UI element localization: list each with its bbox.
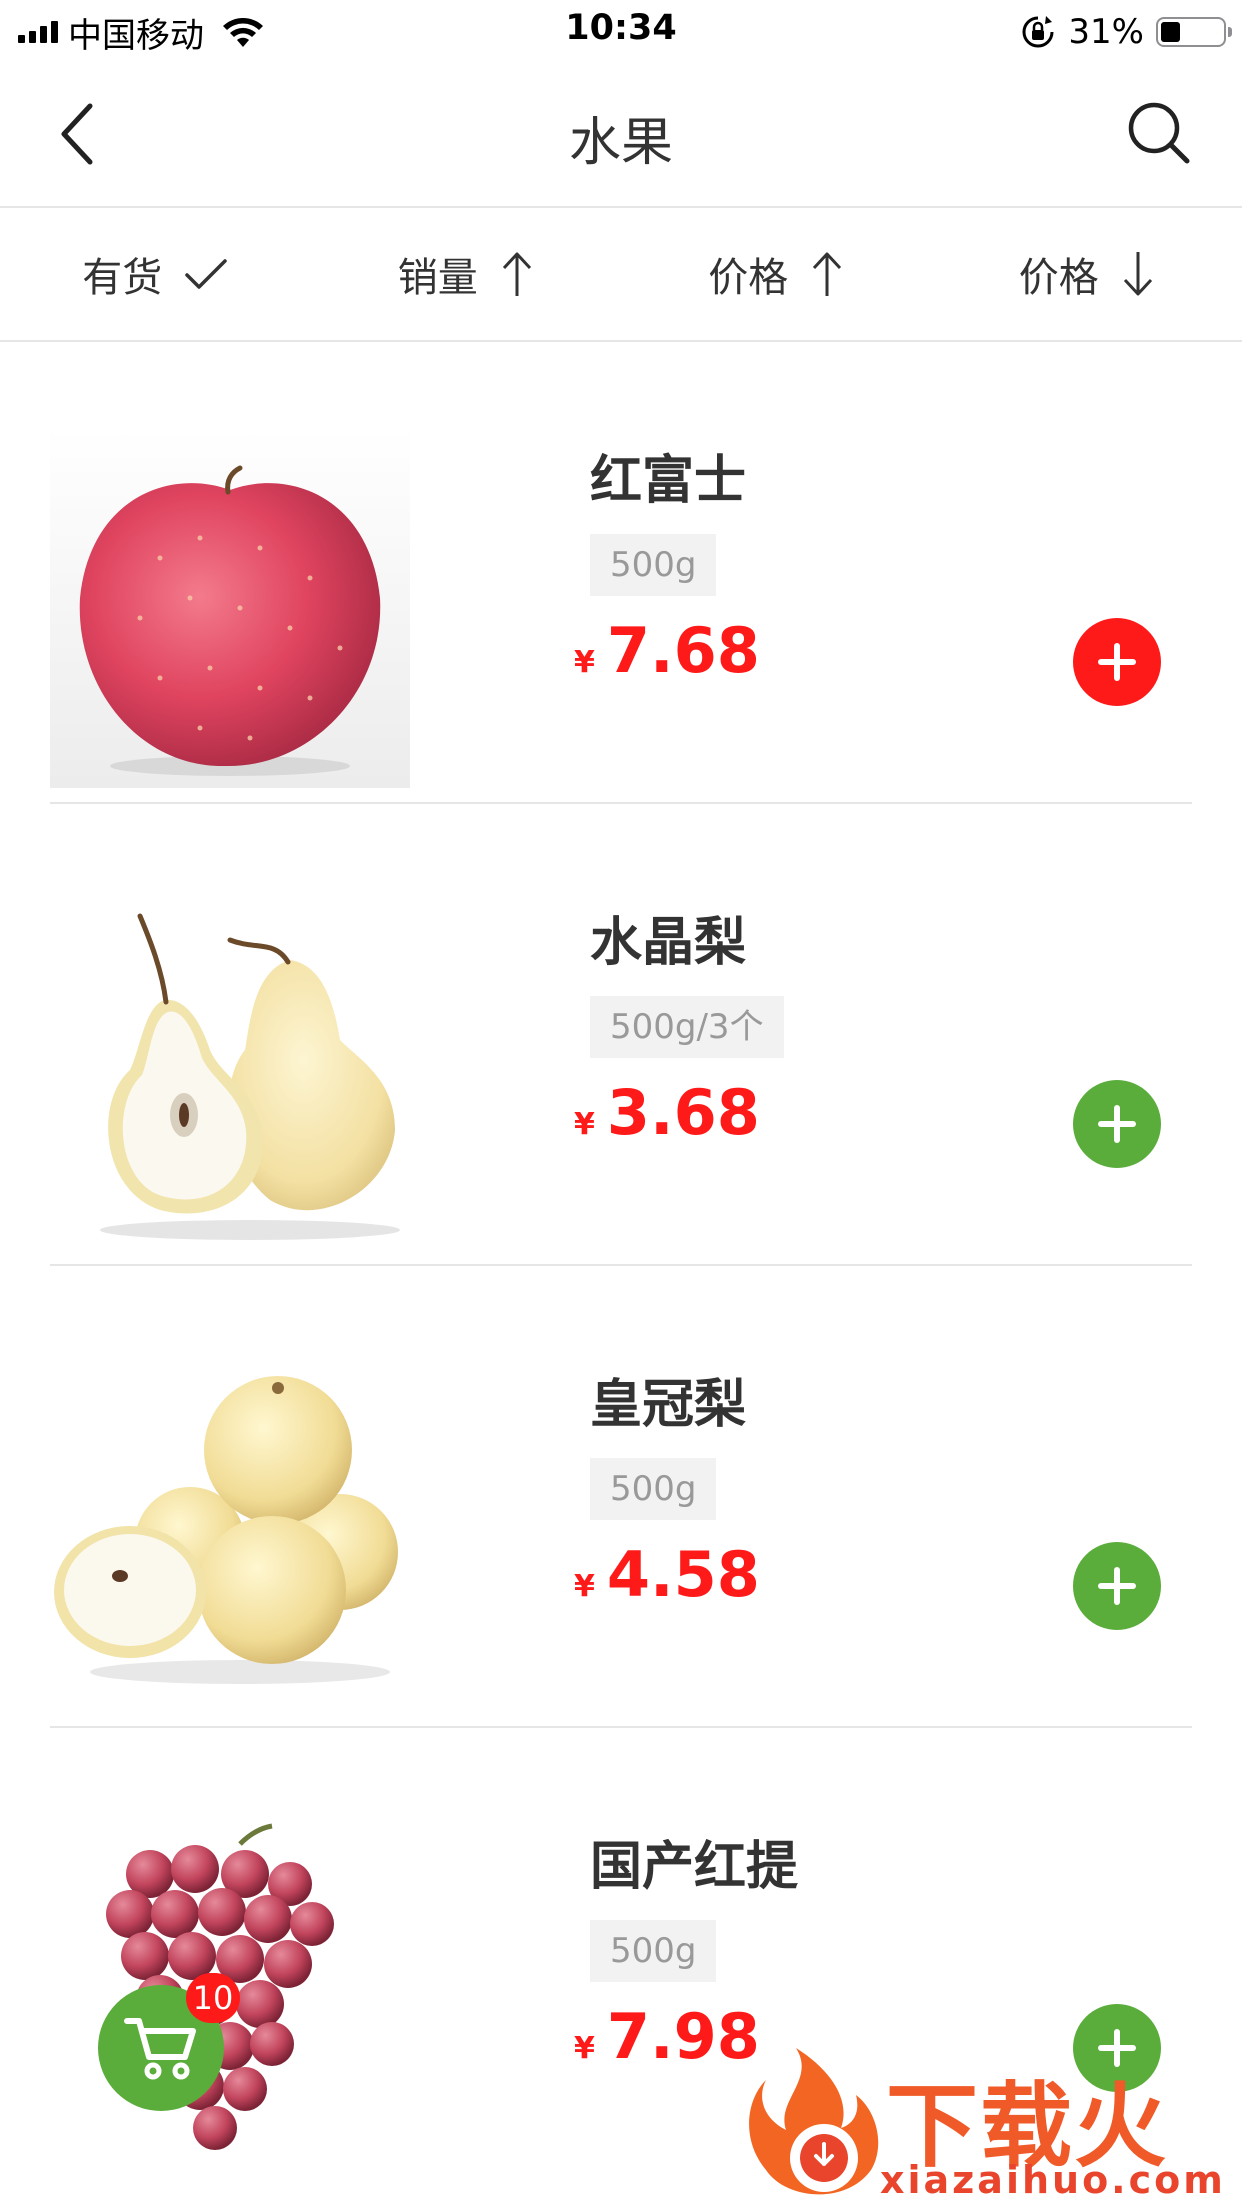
nav-bar: 水果 xyxy=(0,64,1242,208)
product-price: ¥ 3.68 xyxy=(574,1076,760,1149)
price-value: 7.68 xyxy=(606,614,760,687)
product-row[interactable]: 国产红提 500g ¥ 7.98 xyxy=(0,1728,1242,2190)
product-price: ¥ 7.68 xyxy=(574,614,760,687)
product-spec: 500g xyxy=(590,534,717,596)
arrow-up-icon xyxy=(502,252,531,296)
add-to-cart-button[interactable] xyxy=(1073,1080,1161,1168)
crown-pear-image[interactable] xyxy=(50,1352,410,1712)
battery-fill xyxy=(1161,22,1180,42)
apple-image[interactable] xyxy=(50,428,410,788)
check-icon xyxy=(185,259,227,289)
status-bar: 中国移动 10:34 31% xyxy=(0,0,1242,64)
product-name[interactable]: 国产红提 xyxy=(590,1824,798,1899)
crystal-pear-image[interactable] xyxy=(50,890,410,1250)
filter-in-stock[interactable]: 有货 xyxy=(0,208,311,340)
arrow-up-icon xyxy=(813,252,842,296)
product-spec: 500g/3个 xyxy=(590,996,784,1058)
filter-price-desc[interactable]: 价格 xyxy=(932,208,1242,340)
product-row[interactable]: 红富士 500g ¥ 7.68 xyxy=(0,342,1242,804)
page-title: 水果 xyxy=(568,113,673,173)
add-to-cart-button[interactable] xyxy=(1073,618,1161,706)
currency-symbol: ¥ xyxy=(574,2031,595,2066)
filter-sales-asc[interactable]: 销量 xyxy=(311,208,622,340)
search-button[interactable] xyxy=(1126,100,1192,166)
product-name[interactable]: 皇冠梨 xyxy=(590,1362,746,1437)
filter-bar: 有货 销量 价格 价格 xyxy=(0,208,1242,342)
plus-icon xyxy=(1098,1567,1136,1605)
currency-symbol: ¥ xyxy=(574,645,595,680)
product-price: ¥ 4.58 xyxy=(574,1538,760,1611)
add-to-cart-button[interactable] xyxy=(1073,2004,1161,2092)
filter-label: 价格 xyxy=(708,255,789,301)
status-right: 31% xyxy=(1020,10,1232,54)
add-to-cart-button[interactable] xyxy=(1073,1542,1161,1630)
filter-label: 价格 xyxy=(1018,255,1099,301)
search-icon xyxy=(1128,102,1190,164)
plus-icon xyxy=(1098,1105,1136,1143)
battery-icon xyxy=(1156,17,1232,47)
currency-symbol: ¥ xyxy=(574,1107,595,1142)
filter-label: 销量 xyxy=(397,255,478,301)
cart-count-badge: 10 xyxy=(186,1973,240,2023)
battery-percent: 31% xyxy=(1068,12,1144,52)
plus-icon xyxy=(1098,643,1136,681)
rotation-lock-icon xyxy=(1022,16,1054,48)
filter-label: 有货 xyxy=(82,255,163,301)
product-price: ¥ 7.98 xyxy=(574,2000,760,2073)
product-row[interactable]: 水晶梨 500g/3个 ¥ 3.68 xyxy=(0,804,1242,1266)
product-name[interactable]: 红富士 xyxy=(590,438,746,513)
arrow-down-icon xyxy=(1123,252,1152,296)
price-value: 4.58 xyxy=(606,1538,760,1611)
price-value: 3.68 xyxy=(606,1076,760,1149)
product-row[interactable]: 皇冠梨 500g ¥ 4.58 xyxy=(0,1266,1242,1728)
cart-icon xyxy=(124,2018,196,2080)
product-spec: 500g xyxy=(590,1458,717,1520)
currency-symbol: ¥ xyxy=(574,1569,595,1604)
product-name[interactable]: 水晶梨 xyxy=(590,900,746,975)
price-value: 7.98 xyxy=(606,2000,760,2073)
filter-price-asc[interactable]: 价格 xyxy=(621,208,932,340)
plus-icon xyxy=(1098,2029,1136,2067)
product-spec: 500g xyxy=(590,1920,717,1982)
